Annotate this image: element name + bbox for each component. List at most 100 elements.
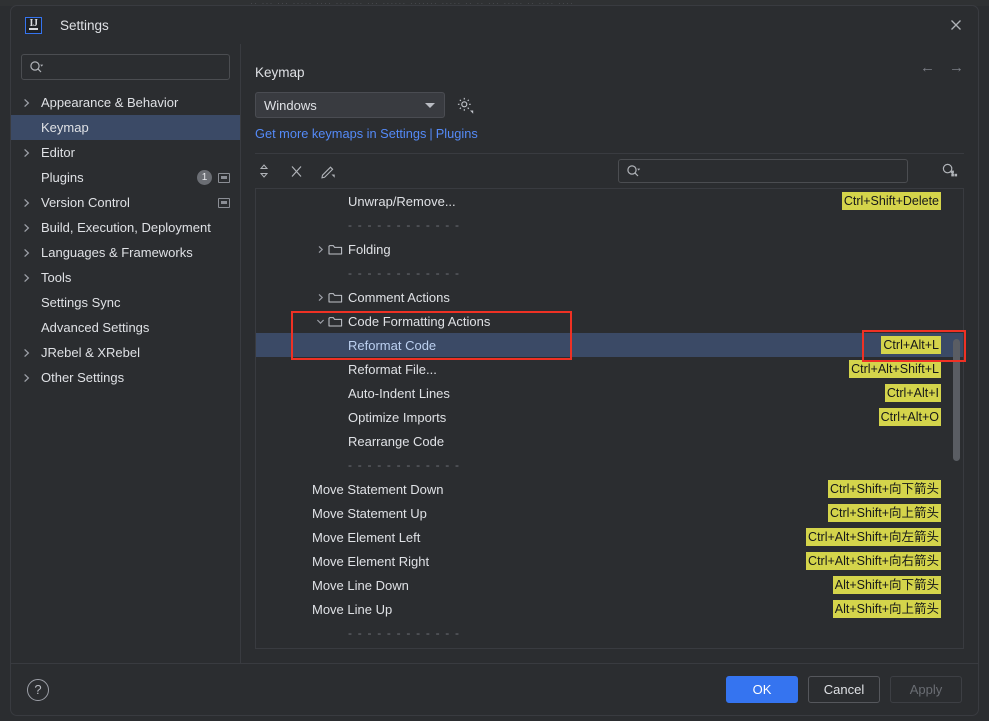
link-separator: | <box>429 126 433 141</box>
tree-row-label: Move Statement Up <box>312 505 427 521</box>
tree-action-row[interactable]: Rearrange Code <box>256 429 963 453</box>
tree-row-label: Move Line Down <box>312 577 409 593</box>
tree-row-label: Move Element Right <box>312 553 430 569</box>
chevron-right-icon[interactable] <box>23 248 41 258</box>
sidebar-item-settings-sync[interactable]: Settings Sync <box>11 290 240 315</box>
shortcut-search-input[interactable] <box>641 164 900 178</box>
chevron-right-icon[interactable] <box>23 98 41 108</box>
tree-row-label: Comment Actions <box>348 289 450 305</box>
tree-separator: - - - - - - - - - - - - <box>256 453 963 477</box>
forward-arrow-icon[interactable]: → <box>949 60 964 75</box>
edit-shortcut-icon[interactable] <box>319 162 337 180</box>
tree-row-label: Move Statement Down <box>312 481 444 497</box>
sidebar-item-label: JRebel & XRebel <box>41 345 140 360</box>
chevron-right-icon[interactable] <box>23 373 41 383</box>
shortcut-badge: Ctrl+Shift+Delete <box>841 192 941 210</box>
tree-action-row[interactable]: Move Line Up Alt+Shift+向上箭头 <box>256 597 963 621</box>
sidebar-search-box[interactable] <box>21 54 230 80</box>
tree-action-row[interactable]: Reformat File... Ctrl+Alt+Shift+L <box>256 357 963 381</box>
tree-row-label: Unwrap/Remove... <box>348 193 456 209</box>
shortcut-search-box[interactable] <box>618 159 908 183</box>
sidebar-item-badge: 1 <box>197 170 212 185</box>
tree-action-row[interactable]: Move Statement Up Ctrl+Shift+向上箭头 <box>256 501 963 525</box>
sidebar-item-label: Advanced Settings <box>41 320 150 335</box>
keymap-tree[interactable]: Unwrap/Remove... Ctrl+Shift+Delete - - - -… <box>255 188 964 649</box>
sidebar-item-plugins[interactable]: Plugins 1 <box>11 165 240 190</box>
sidebar-item-tools[interactable]: Tools <box>11 265 240 290</box>
cancel-button[interactable]: Cancel <box>808 676 880 703</box>
chevron-down-icon <box>425 102 435 108</box>
keymap-selector-row: Windows <box>255 92 964 118</box>
dialog-title: Settings <box>60 17 109 33</box>
page-title: Keymap <box>255 64 305 80</box>
settings-main-pane: Keymap ← → Windows Get more keymaps in S… <box>241 44 978 663</box>
sidebar-item-build-execution-deployment[interactable]: Build, Execution, Deployment <box>11 215 240 240</box>
sidebar-item-jrebel-xrebel[interactable]: JRebel & XRebel <box>11 340 240 365</box>
logo-text: IJ <box>29 18 38 29</box>
dialog-body: Appearance & Behavior Keymap Editor Plugins… <box>11 44 978 663</box>
sidebar-search-input[interactable] <box>44 60 222 74</box>
back-arrow-icon[interactable]: ← <box>920 60 935 75</box>
chevron-down-icon[interactable] <box>312 317 328 326</box>
tree-action-row[interactable]: Reformat Code Ctrl+Alt+L <box>256 333 963 357</box>
shortcut-badge: Ctrl+Alt+Shift+向右箭头 <box>806 552 941 570</box>
sidebar-item-keymap[interactable]: Keymap <box>11 115 240 140</box>
sidebar-item-editor[interactable]: Editor <box>11 140 240 165</box>
dialog-footer: ? OK Cancel Apply <box>11 663 978 715</box>
help-button[interactable]: ? <box>27 678 49 701</box>
shortcut-badge: Ctrl+Alt+I <box>884 384 941 402</box>
keymap-select[interactable]: Windows <box>255 92 445 118</box>
sidebar-item-appearance-behavior[interactable]: Appearance & Behavior <box>11 90 240 115</box>
settings-sidebar: Appearance & Behavior Keymap Editor Plugins… <box>11 44 241 663</box>
expand-collapse-icon[interactable] <box>255 162 273 180</box>
tree-separator: - - - - - - - - - - - - <box>256 621 963 645</box>
settings-dialog: IJ Settings Appearance & Behavior Keymap… <box>10 5 979 716</box>
sidebar-item-languages-frameworks[interactable]: Languages & Frameworks <box>11 240 240 265</box>
tree-action-row[interactable]: Unwrap/Remove... Ctrl+Shift+Delete <box>256 189 963 213</box>
chevron-right-icon[interactable] <box>23 273 41 283</box>
apply-button[interactable]: Apply <box>890 676 962 703</box>
separator-label: - - - - - - - - - - - - <box>348 218 461 232</box>
chevron-right-icon[interactable] <box>23 198 41 208</box>
sidebar-item-version-control[interactable]: Version Control <box>11 190 240 215</box>
close-icon[interactable] <box>948 17 964 33</box>
tree-action-row[interactable]: Move Line Down Alt+Shift+向下箭头 <box>256 573 963 597</box>
sidebar-item-label: Editor <box>41 145 75 160</box>
tree-action-row[interactable]: Auto-Indent Lines Ctrl+Alt+I <box>256 381 963 405</box>
tree-folder-row[interactable]: Code Formatting Actions <box>256 309 963 333</box>
chevron-right-icon[interactable] <box>23 223 41 233</box>
find-by-shortcut-icon[interactable] <box>940 161 960 181</box>
tree-row-label: Optimize Imports <box>348 409 447 425</box>
shortcut-badge: Ctrl+Alt+L <box>881 336 941 354</box>
tree-action-row[interactable]: Optimize Imports Ctrl+Alt+O <box>256 405 963 429</box>
tree-action-row[interactable]: Move Statement Down Ctrl+Shift+向下箭头 <box>256 477 963 501</box>
plugins-link[interactable]: Plugins <box>436 126 478 141</box>
chevron-right-icon[interactable] <box>23 348 41 358</box>
keymap-toolbar <box>255 154 964 188</box>
main-header: Keymap ← → <box>255 44 964 86</box>
chevron-right-icon[interactable] <box>312 293 328 302</box>
tree-action-row[interactable]: Move Element Right Ctrl+Alt+Shift+向右箭头 <box>256 549 963 573</box>
tree-row-label: Reformat Code <box>348 337 437 353</box>
folder-icon <box>328 315 343 328</box>
shortcut-badge: Ctrl+Alt+Shift+向左箭头 <box>806 528 941 546</box>
tree-scrollbar-thumb[interactable] <box>953 339 960 461</box>
footer-button-group: OK Cancel Apply <box>726 676 962 703</box>
chevron-right-icon[interactable] <box>23 148 41 158</box>
chevron-right-icon[interactable] <box>312 245 328 254</box>
tree-folder-row[interactable]: Comment Actions <box>256 285 963 309</box>
modified-marker-icon <box>218 197 230 208</box>
folder-icon <box>328 291 343 304</box>
ok-button[interactable]: OK <box>726 676 798 703</box>
reset-shortcuts-icon[interactable] <box>287 162 305 180</box>
tree-row-label: Move Element Left <box>312 529 421 545</box>
sidebar-item-other-settings[interactable]: Other Settings <box>11 365 240 390</box>
separator-label: - - - - - - - - - - - - <box>348 458 461 472</box>
get-more-keymaps-link[interactable]: Get more keymaps in Settings <box>255 126 426 141</box>
tree-action-row[interactable]: Move Element Left Ctrl+Alt+Shift+向左箭头 <box>256 525 963 549</box>
sidebar-item-advanced-settings[interactable]: Advanced Settings <box>11 315 240 340</box>
gear-icon[interactable] <box>455 95 475 115</box>
tree-folder-row[interactable]: Folding <box>256 237 963 261</box>
shortcut-badge: Ctrl+Alt+Shift+L <box>849 360 941 378</box>
folder-icon <box>328 243 343 256</box>
